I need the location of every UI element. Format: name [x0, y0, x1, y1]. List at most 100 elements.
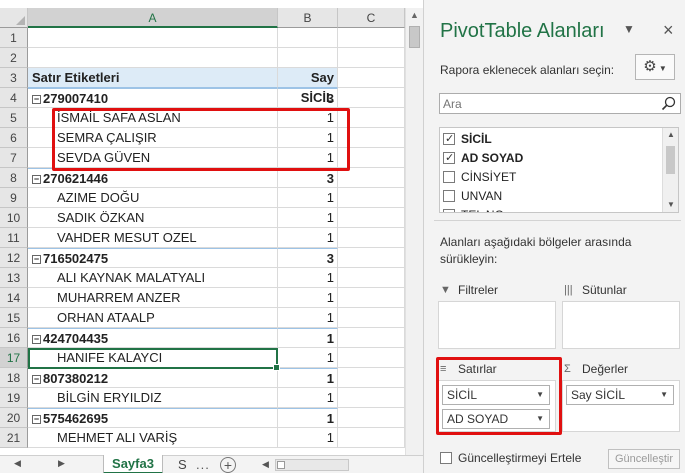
search-input[interactable] — [443, 96, 653, 111]
field-checkbox[interactable] — [443, 130, 455, 149]
cell-b[interactable]: 3 — [278, 248, 338, 268]
rows-field-ad-soyad[interactable]: AD SOYAD ▼ — [442, 409, 550, 429]
cell-c[interactable] — [338, 168, 405, 188]
cell-a[interactable]: Satır Etiketleri↓⁝ — [28, 68, 278, 88]
select-all-corner[interactable] — [0, 8, 28, 28]
cell-b[interactable]: 1 — [278, 368, 338, 388]
defer-update-option[interactable]: Güncelleştirmeyi Ertele — [440, 451, 581, 465]
cell-b[interactable]: 1 — [278, 428, 338, 448]
cell-c[interactable] — [338, 228, 405, 248]
cell-b[interactable]: 1 — [278, 328, 338, 348]
cell-b[interactable]: Say SİCİL — [278, 68, 338, 105]
cell-b[interactable] — [278, 28, 338, 48]
cell-a[interactable]: −716502475 — [28, 248, 278, 268]
row-header[interactable]: 10 — [0, 208, 28, 228]
cell-b[interactable]: 1 — [278, 148, 338, 168]
collapse-icon[interactable]: − — [32, 95, 41, 105]
cell-a[interactable]: −807380212 — [28, 368, 278, 388]
hscroll-thumb[interactable] — [277, 461, 285, 469]
tab-prev-arrow-icon[interactable]: ◀ — [14, 458, 21, 469]
cell-a[interactable]: BİLGİN ERYILDIZ — [28, 388, 278, 408]
cell-c[interactable] — [338, 248, 405, 268]
defer-update-checkbox[interactable] — [440, 451, 452, 464]
cell-a[interactable] — [28, 28, 278, 48]
cell-b[interactable]: 1 — [278, 108, 338, 128]
row-header[interactable]: 16 — [0, 328, 28, 348]
values-drop-zone[interactable]: Say SİCİL ▼ — [562, 380, 680, 432]
collapse-icon[interactable]: − — [32, 175, 41, 185]
field-item[interactable]: SİCİL — [443, 130, 663, 149]
cell-b[interactable]: 1 — [278, 188, 338, 208]
chevron-down-icon[interactable]: ▼ — [660, 386, 668, 404]
field-checkbox[interactable] — [443, 170, 455, 183]
values-field-say-sicil[interactable]: Say SİCİL ▼ — [566, 385, 674, 405]
field-list-scroll-thumb[interactable] — [666, 146, 675, 174]
cell-c[interactable] — [338, 408, 405, 428]
row-header[interactable]: 17 — [0, 348, 28, 368]
cell-c[interactable] — [338, 48, 405, 68]
collapse-icon[interactable]: − — [32, 415, 41, 425]
cell-b[interactable]: 1 — [278, 208, 338, 228]
row-header[interactable]: 8 — [0, 168, 28, 188]
cell-c[interactable] — [338, 268, 405, 288]
collapse-icon[interactable]: − — [32, 255, 41, 265]
cell-b[interactable] — [278, 48, 338, 68]
cell-a[interactable]: SEMRA ÇALIŞIR — [28, 128, 278, 148]
row-header[interactable]: 18 — [0, 368, 28, 388]
cell-a[interactable]: MEHMET ALI VARİŞ — [28, 428, 278, 448]
cell-b[interactable]: 1 — [278, 268, 338, 288]
chevron-down-icon[interactable]: ▼ — [536, 386, 544, 404]
scroll-up-arrow-icon[interactable]: ▲ — [410, 10, 419, 20]
row-header[interactable]: 11 — [0, 228, 28, 248]
cell-b[interactable]: 1 — [278, 128, 338, 148]
cell-c[interactable] — [338, 368, 405, 388]
cell-c[interactable] — [338, 88, 405, 108]
tab-next-arrow-icon[interactable]: ▶ — [58, 458, 65, 469]
cell-b[interactable]: 1 — [278, 388, 338, 408]
search-icon[interactable] — [661, 96, 676, 114]
cell-a[interactable]: SADIK ÖZKAN — [28, 208, 278, 228]
hscroll-left-arrow-icon[interactable]: ◀ — [262, 459, 269, 470]
column-header-a[interactable]: A — [28, 8, 278, 28]
row-header[interactable]: 9 — [0, 188, 28, 208]
cell-a[interactable]: İSMAİL SAFA ASLAN — [28, 108, 278, 128]
columns-drop-zone[interactable] — [562, 301, 680, 349]
field-item[interactable]: CİNSİYET — [443, 168, 663, 187]
field-checkbox[interactable] — [443, 149, 455, 168]
cell-a[interactable]: ALI KAYNAK MALATYALI — [28, 268, 278, 288]
cell-c[interactable] — [338, 308, 405, 328]
chevron-down-icon[interactable]: ▼ — [536, 410, 544, 428]
row-header[interactable]: 12 — [0, 248, 28, 268]
cell-c[interactable] — [338, 288, 405, 308]
scroll-down-arrow-icon[interactable]: ▼ — [667, 200, 675, 209]
row-header[interactable]: 4 — [0, 88, 28, 108]
cell-b[interactable]: 1 — [278, 288, 338, 308]
row-header[interactable]: 21 — [0, 428, 28, 448]
cell-c[interactable] — [338, 348, 405, 368]
field-list-scrollbar[interactable]: ▲ ▼ — [662, 128, 678, 212]
field-checkbox[interactable] — [443, 208, 455, 212]
cell-c[interactable] — [338, 188, 405, 208]
row-header[interactable]: 14 — [0, 288, 28, 308]
cell-b[interactable]: 1 — [278, 308, 338, 328]
cell-b[interactable]: 1 — [278, 228, 338, 248]
cell-c[interactable] — [338, 108, 405, 128]
cell-b[interactable]: 1 — [278, 348, 338, 368]
cell-a[interactable]: −424704435 — [28, 328, 278, 348]
more-tabs-button[interactable]: ... — [196, 457, 210, 472]
cell-a[interactable]: −270621446 — [28, 168, 278, 188]
add-sheet-button[interactable]: + — [220, 457, 236, 473]
pane-options-chevron-icon[interactable]: ▼ — [623, 22, 635, 36]
update-button[interactable]: Güncelleştir — [608, 449, 680, 469]
cell-c[interactable] — [338, 148, 405, 168]
field-checkbox[interactable] — [443, 189, 455, 202]
cell-a[interactable]: VAHDER MESUT OZEL — [28, 228, 278, 248]
cell-c[interactable] — [338, 68, 405, 88]
cell-a[interactable]: −575462695 — [28, 408, 278, 428]
collapse-icon[interactable]: − — [32, 335, 41, 345]
rows-drop-zone[interactable]: SİCİL ▼ AD SOYAD ▼ — [438, 380, 556, 432]
row-header[interactable]: 7 — [0, 148, 28, 168]
cell-a[interactable]: AZIME DOĞU — [28, 188, 278, 208]
field-item[interactable]: AD SOYAD — [443, 149, 663, 168]
cell-a[interactable]: SEVDA GÜVEN — [28, 148, 278, 168]
